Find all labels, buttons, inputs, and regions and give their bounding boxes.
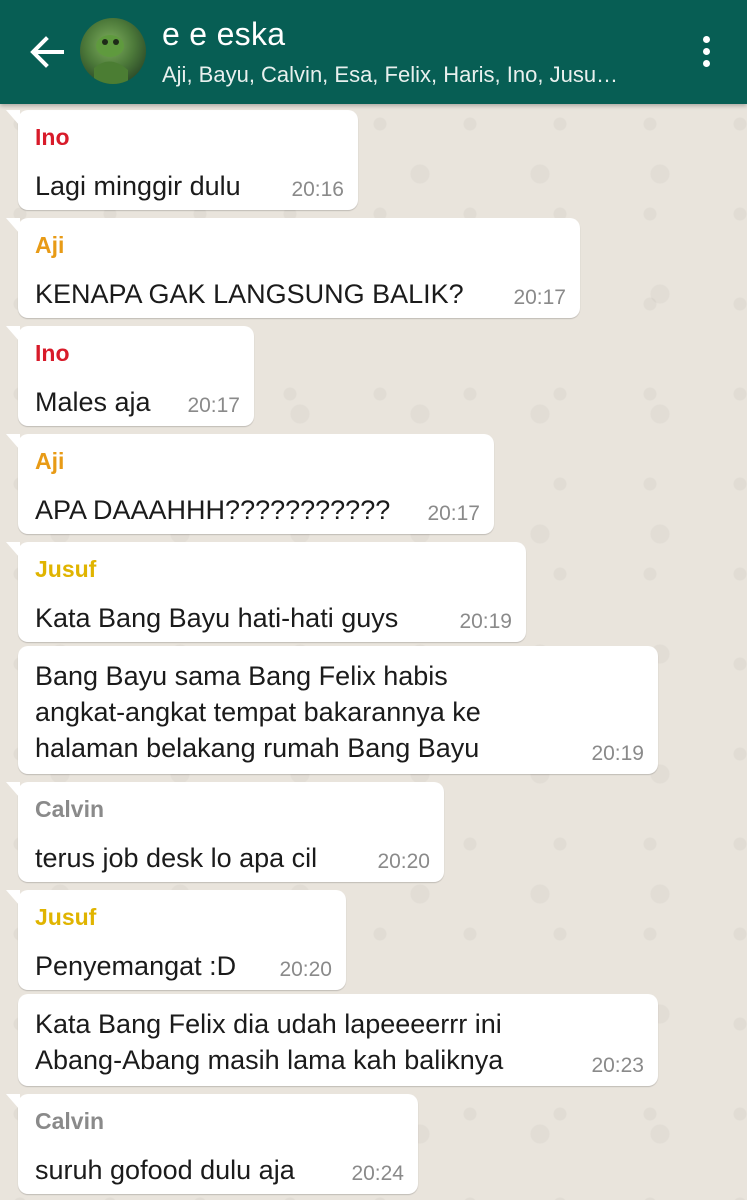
sender-name: Aji xyxy=(35,232,65,258)
message-bubble[interactable]: Jusuf Kata Bang Bayu hati-hati guys 20:1… xyxy=(6,542,526,642)
message-bubble[interactable]: Jusuf Penyemangat :D 20:20 xyxy=(6,890,346,990)
message-time: 20:16 xyxy=(291,178,344,201)
sender-name: Ino xyxy=(35,124,70,150)
message-text: halaman belakang rumah Bang Bayu xyxy=(35,733,480,763)
group-avatar[interactable] xyxy=(80,18,146,84)
message-bubble[interactable]: Calvin suruh gofood dulu aja 20:24 xyxy=(6,1094,418,1194)
message-bubble[interactable]: Bang Bayu sama Bang Felix habis angkat-a… xyxy=(18,646,658,774)
message-text: Abang-Abang masih lama kah baliknya xyxy=(35,1045,504,1075)
message-bubble[interactable]: Aji APA DAAAHHH??????????? 20:17 xyxy=(6,434,494,534)
message-list: Ino Lagi minggir dulu 20:16 Aji KENAPA G… xyxy=(0,104,747,1200)
message-time: 20:20 xyxy=(377,850,430,873)
sender-name: Ino xyxy=(35,340,70,366)
message-text: Lagi minggir dulu xyxy=(35,171,241,201)
message-time: 20:23 xyxy=(591,1054,644,1077)
group-members[interactable]: Aji, Bayu, Calvin, Esa, Felix, Haris, In… xyxy=(162,62,618,88)
sender-name: Aji xyxy=(35,448,65,474)
message-text: Kata Bang Felix dia udah lapeeeerrr ini xyxy=(35,1009,502,1039)
message-time: 20:17 xyxy=(513,286,566,309)
message-time: 20:20 xyxy=(279,958,332,981)
message-text: suruh gofood dulu aja xyxy=(35,1155,295,1185)
message-bubble[interactable]: Kata Bang Felix dia udah lapeeeerrr ini … xyxy=(18,994,658,1086)
message-text: KENAPA GAK LANGSUNG BALIK? xyxy=(35,279,464,309)
message-text: terus job desk lo apa cil xyxy=(35,843,318,873)
message-time: 20:19 xyxy=(591,742,644,765)
chat-header: e e eska Aji, Bayu, Calvin, Esa, Felix, … xyxy=(0,0,747,104)
more-options-icon[interactable] xyxy=(701,36,711,70)
message-text: Kata Bang Bayu hati-hati guys xyxy=(35,603,399,633)
sender-name: Jusuf xyxy=(35,904,97,930)
message-time: 20:17 xyxy=(427,502,480,525)
message-time: 20:19 xyxy=(459,610,512,633)
message-bubble[interactable]: Calvin terus job desk lo apa cil 20:20 xyxy=(6,782,444,882)
message-text: Males aja xyxy=(35,387,151,417)
chat-title[interactable]: e e eska xyxy=(162,16,285,53)
sender-name: Calvin xyxy=(35,1108,105,1134)
sender-name: Calvin xyxy=(35,796,105,822)
message-text: APA DAAAHHH??????????? xyxy=(35,495,391,525)
sender-name: Jusuf xyxy=(35,556,97,582)
message-text: Bang Bayu sama Bang Felix habis xyxy=(35,661,448,691)
message-bubble[interactable]: Ino Males aja 20:17 xyxy=(6,326,254,426)
message-text: Penyemangat :D xyxy=(35,951,237,981)
message-bubble[interactable]: Aji KENAPA GAK LANGSUNG BALIK? 20:17 xyxy=(6,218,580,318)
message-text: angkat-angkat tempat bakarannya ke xyxy=(35,697,481,727)
message-time: 20:17 xyxy=(187,394,240,417)
back-arrow-icon[interactable] xyxy=(24,30,68,74)
message-time: 20:24 xyxy=(351,1162,404,1185)
message-bubble[interactable]: Ino Lagi minggir dulu 20:16 xyxy=(6,110,358,210)
